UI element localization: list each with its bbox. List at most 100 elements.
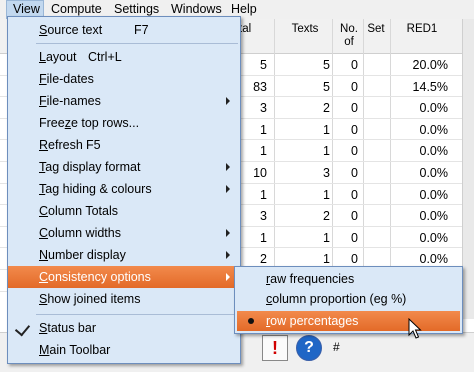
menu-item-label: Number display: [39, 248, 126, 262]
table-cell: 0.0%: [419, 230, 449, 245]
menu-item-file-dates[interactable]: File-dates: [8, 68, 240, 90]
menu-item-label: Consistency options: [39, 270, 151, 284]
menu-item-freeze-top-rows[interactable]: Freeze top rows...: [8, 112, 240, 134]
table-cell: 0: [351, 101, 358, 116]
table-cell: 0: [351, 187, 358, 202]
table-cell: 0: [351, 166, 358, 180]
table-cell: 5: [323, 79, 330, 94]
menu-item-tag-display-format[interactable]: Tag display format: [8, 156, 240, 178]
table-cell: 1: [323, 252, 330, 267]
table-cell: 0: [351, 79, 358, 94]
table-cell: 10: [253, 166, 267, 180]
menu-item-label: Freeze top rows...: [39, 116, 140, 130]
vertical-scrollbar[interactable]: [462, 19, 474, 319]
table-cell: 14.5%: [412, 79, 448, 94]
table-cell: 0: [351, 230, 358, 245]
table-cell: 1: [260, 230, 267, 245]
menu-shortcut: F7: [134, 23, 149, 37]
menu-item-label: Main Toolbar: [39, 343, 111, 357]
submenu-item-row-percentages[interactable]: row percentages: [237, 311, 460, 331]
menu-item-label: Refresh: [39, 138, 83, 152]
table-cell: 3: [323, 166, 330, 180]
menu-item-layout[interactable]: Layout Ctrl+L: [8, 46, 240, 68]
table-cell: 0.0%: [419, 101, 449, 116]
menu-item-label: Tag hiding & colours: [39, 182, 152, 196]
table-cell: 2: [260, 252, 267, 267]
chevron-right-icon: [226, 185, 230, 193]
table-cell: 1: [260, 187, 267, 202]
table-cell: 2: [323, 101, 330, 116]
table-cell: 2: [323, 209, 330, 224]
table-cell: 0.0%: [419, 144, 449, 159]
menu-item-column-widths[interactable]: Column widths: [8, 222, 240, 244]
table-cell: 0.0%: [419, 122, 449, 137]
table-cell: 0.0%: [419, 209, 449, 224]
submenu-item-raw-frequencies[interactable]: raw frequencies: [237, 269, 460, 289]
submenu-item-label: column proportion (eg %): [266, 292, 407, 306]
checkmark-icon: [14, 320, 31, 337]
chevron-right-icon: [226, 273, 230, 281]
chevron-right-icon: [226, 251, 230, 259]
menu-shortcut: Ctrl+L: [88, 50, 122, 64]
menu-item-label: Tag display format: [39, 160, 141, 174]
table-cell: 0.0%: [419, 166, 449, 180]
menu-item-column-totals[interactable]: Column Totals: [8, 200, 240, 222]
table-cell: 1: [323, 122, 330, 137]
table-cell: 5: [260, 58, 267, 72]
table-cell: 0: [351, 144, 358, 159]
col-header-red1[interactable]: RED1: [392, 23, 452, 36]
chevron-right-icon: [226, 97, 230, 105]
menu-item-source-text[interactable]: Source text F7: [8, 19, 240, 41]
hash-label: #: [333, 340, 340, 354]
menu-item-file-names[interactable]: File-names: [8, 90, 240, 112]
menu-item-refresh[interactable]: Refresh F5: [8, 134, 240, 156]
submenu-item-label: row percentages: [266, 314, 359, 328]
menu-item-label: Source text: [39, 23, 103, 37]
warning-button[interactable]: !: [262, 335, 288, 361]
table-cell: 1: [260, 122, 267, 137]
chevron-right-icon: [226, 163, 230, 171]
table-cell: 5: [323, 58, 330, 72]
table-cell: 1: [323, 187, 330, 202]
table-cell: 0.0%: [419, 187, 449, 202]
menu-shortcut: F5: [86, 138, 101, 152]
menu-item-label: File-names: [39, 94, 101, 108]
radio-dot-icon: [248, 318, 254, 324]
table-cell: 0.0%: [419, 252, 449, 267]
menu-item-label: Show joined items: [39, 292, 141, 306]
menu-separator: [36, 43, 238, 44]
menu-item-label: File-dates: [39, 72, 94, 86]
col-header-set[interactable]: Set: [364, 23, 388, 36]
submenu-item-label: raw frequencies: [266, 272, 355, 286]
menu-item-tag-hiding-colours[interactable]: Tag hiding & colours: [8, 178, 240, 200]
menu-item-label: Column widths: [39, 226, 121, 240]
table-cell: 83: [253, 79, 267, 94]
table-cell: 1: [323, 144, 330, 159]
table-cell: 3: [260, 101, 267, 116]
table-cell: 3: [260, 209, 267, 224]
menu-item-number-display[interactable]: Number display: [8, 244, 240, 266]
table-cell: 0: [351, 58, 358, 72]
chevron-right-icon: [226, 229, 230, 237]
table-cell: 0: [351, 209, 358, 224]
view-menu: Source text F7 Layout Ctrl+L File-dates File-…: [7, 16, 241, 364]
menu-item-status-bar[interactable]: Status bar: [8, 317, 240, 339]
submenu-item-column-proportion-eg[interactable]: column proportion (eg %): [237, 289, 460, 309]
col-header-texts[interactable]: Texts: [285, 23, 325, 36]
table-cell: 0: [351, 122, 358, 137]
menu-item-consistency-options[interactable]: Consistency options: [8, 266, 240, 288]
menu-item-show-joined-items[interactable]: Show joined items: [8, 288, 240, 310]
col-header-total[interactable]: tal: [239, 23, 259, 36]
menu-item-label: Layout: [39, 50, 77, 64]
mouse-cursor-icon: [408, 318, 422, 339]
menu-item-label: Column Totals: [39, 204, 118, 218]
table-cell: 1: [260, 144, 267, 159]
menu-item-label: Status bar: [39, 321, 96, 335]
help-icon[interactable]: ?: [296, 335, 322, 361]
menu-separator: [36, 314, 238, 315]
menu-item-main-toolbar[interactable]: Main Toolbar: [8, 339, 240, 361]
table-cell: 1: [323, 230, 330, 245]
table-cell: 0: [351, 252, 358, 267]
table-cell: 20.0%: [412, 58, 448, 72]
col-header-no-of[interactable]: No. of: [334, 23, 364, 49]
